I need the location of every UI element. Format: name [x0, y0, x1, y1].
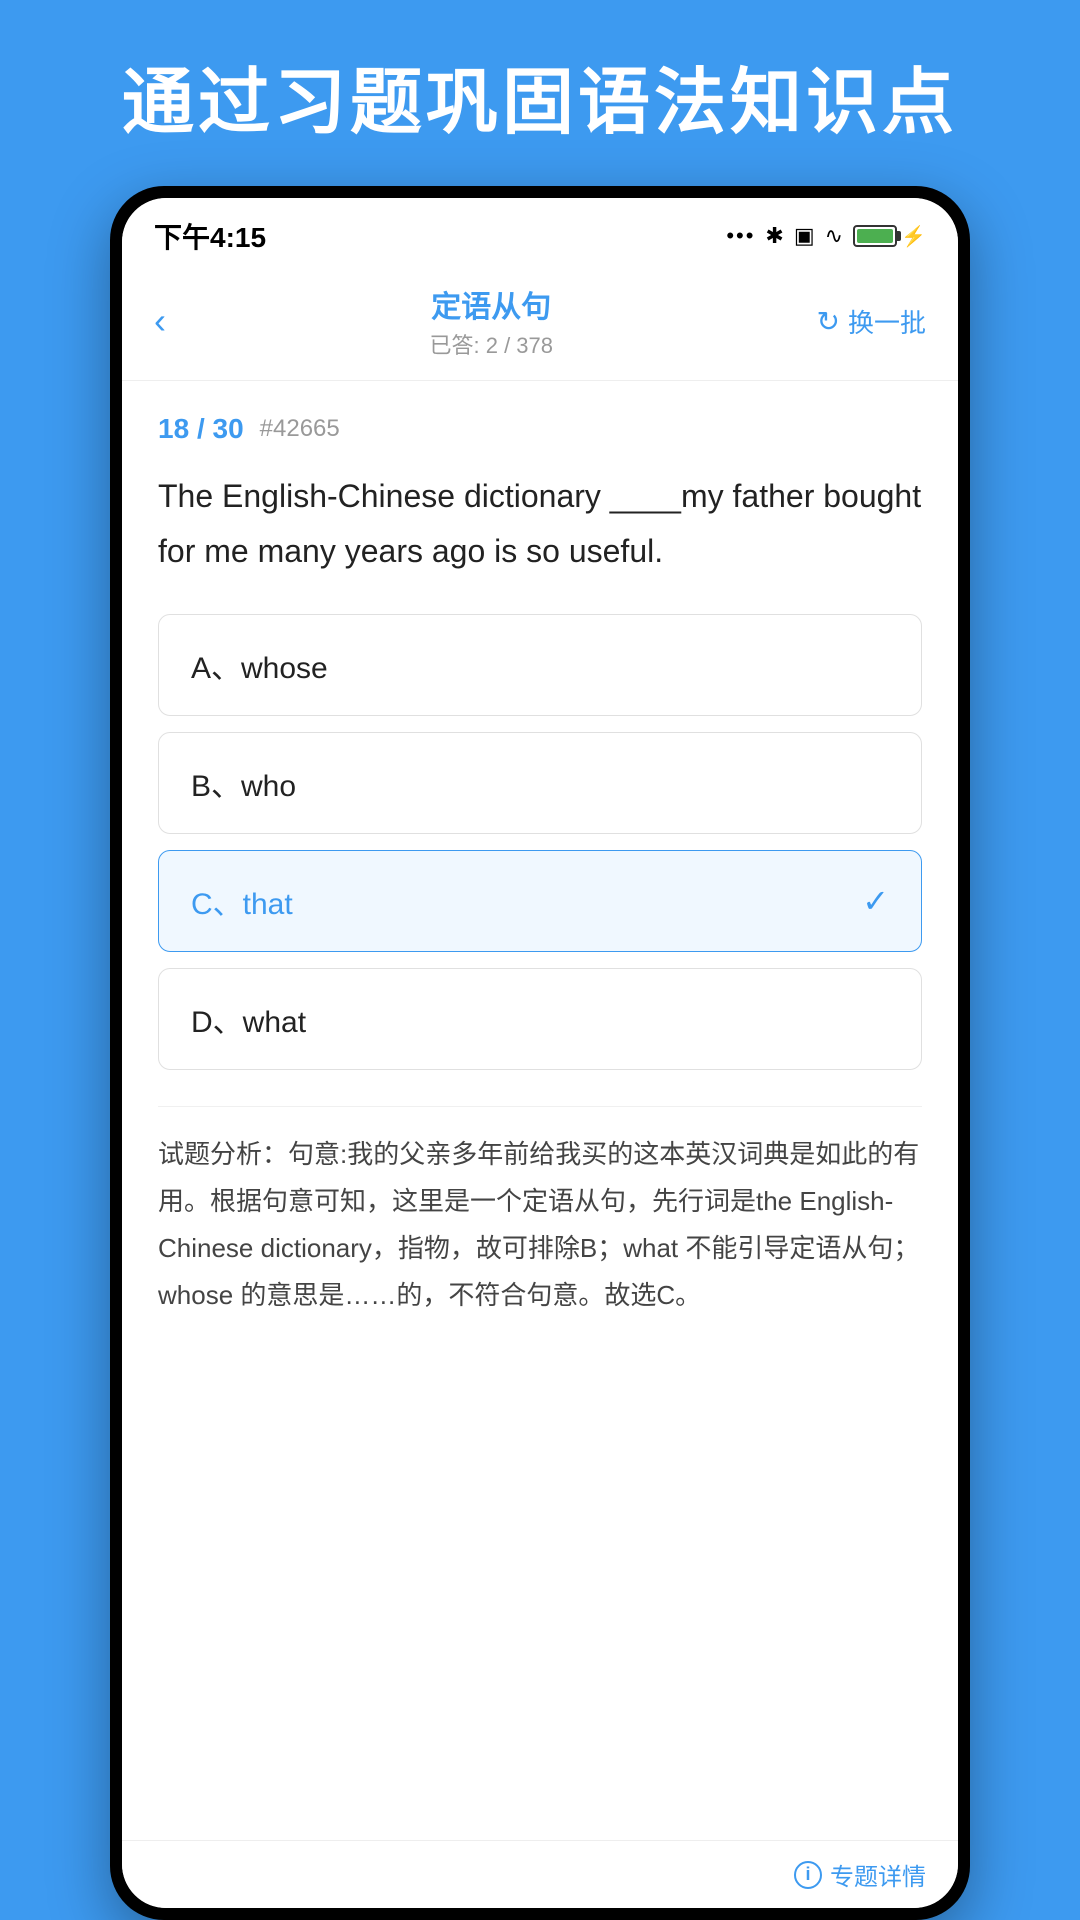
- refresh-label: 换一批: [848, 303, 926, 340]
- option-b[interactable]: B、who: [158, 732, 922, 834]
- sim-icon: ▣: [794, 223, 815, 249]
- battery-fill: [857, 229, 893, 243]
- status-bar: 下午4:15 ••• ✱ ▣ ∿ ⚡: [122, 198, 958, 266]
- question-progress: 18 / 30: [158, 413, 244, 445]
- check-icon: ✓: [862, 882, 889, 920]
- page-header: 通过习题巩固语法知识点: [0, 0, 1080, 186]
- charging-icon: ⚡: [901, 224, 926, 249]
- question-meta: 18 / 30 #42665: [158, 413, 922, 445]
- nav-center: 定语从句 已答: 2 / 378: [430, 282, 554, 360]
- topic-detail-label: 专题详情: [830, 1857, 926, 1892]
- option-b-label: B、who: [191, 761, 296, 805]
- back-button[interactable]: ‹: [154, 300, 166, 342]
- phone-screen: 下午4:15 ••• ✱ ▣ ∿ ⚡ ‹ 定语从句 已答: 2 / 378: [122, 198, 958, 1908]
- option-d[interactable]: D、what: [158, 968, 922, 1070]
- page-title: 通过习题巩固语法知识点: [60, 60, 1020, 146]
- nav-subtitle: 已答: 2 / 378: [430, 328, 554, 360]
- status-time: 下午4:15: [154, 216, 266, 256]
- status-icons: ••• ✱ ▣ ∿ ⚡: [726, 223, 926, 249]
- nav-title: 定语从句: [430, 282, 554, 326]
- option-a[interactable]: A、whose: [158, 614, 922, 716]
- battery-icon: [853, 225, 897, 247]
- content-area: 18 / 30 #42665 The English-Chinese dicti…: [122, 381, 958, 1840]
- question-id: #42665: [260, 415, 340, 443]
- refresh-button[interactable]: ↻ 换一批: [817, 303, 926, 340]
- refresh-icon: ↻: [817, 305, 840, 338]
- analysis-section: 试题分析：句意:我的父亲多年前给我买的这本英汉词典是如此的有用。根据句意可知，这…: [158, 1106, 922, 1318]
- wifi-icon: ∿: [825, 223, 843, 249]
- battery-container: ⚡: [853, 224, 926, 249]
- footer-bar: i 专题详情: [122, 1840, 958, 1908]
- bluetooth-icon: ✱: [765, 223, 783, 249]
- phone-container: 下午4:15 ••• ✱ ▣ ∿ ⚡ ‹ 定语从句 已答: 2 / 378: [110, 186, 970, 1920]
- options-list: A、whose B、who C、that ✓ D、what: [158, 614, 922, 1070]
- topic-detail-button[interactable]: i 专题详情: [794, 1857, 926, 1892]
- status-dots: •••: [726, 223, 755, 249]
- nav-bar: ‹ 定语从句 已答: 2 / 378 ↻ 换一批: [122, 266, 958, 381]
- info-icon: i: [794, 1861, 822, 1889]
- option-d-label: D、what: [191, 997, 306, 1041]
- option-c[interactable]: C、that ✓: [158, 850, 922, 952]
- analysis-text: 试题分析：句意:我的父亲多年前给我买的这本英汉词典是如此的有用。根据句意可知，这…: [158, 1139, 919, 1309]
- question-text: The English-Chinese dictionary ____my fa…: [158, 469, 922, 578]
- option-c-label: C、that: [191, 879, 293, 923]
- option-a-label: A、whose: [191, 643, 328, 687]
